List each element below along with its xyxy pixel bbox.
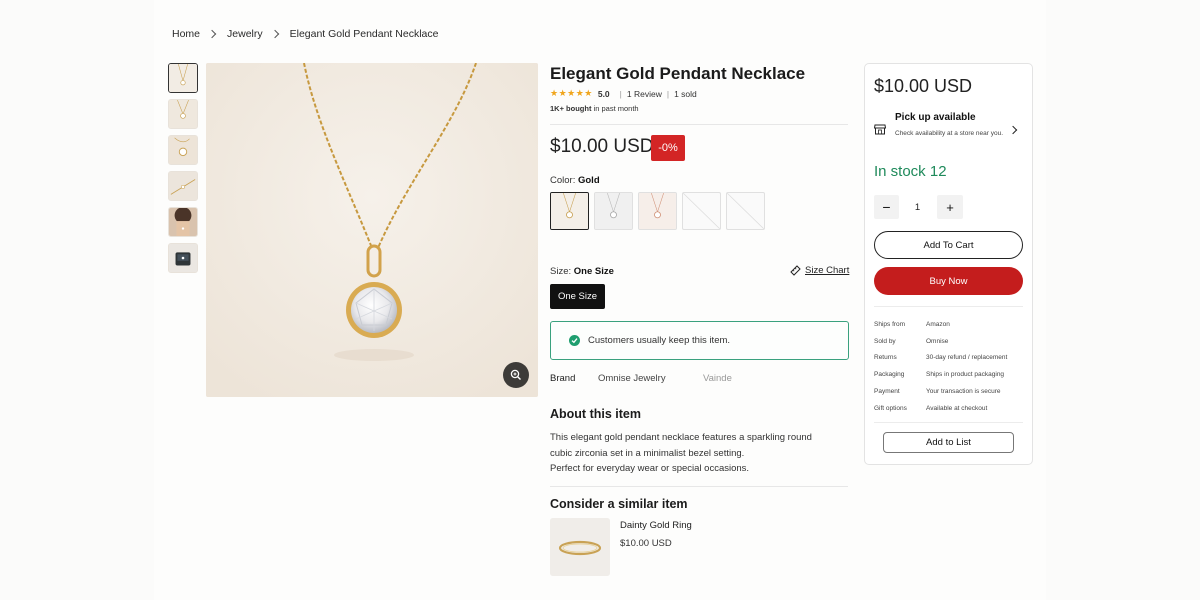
- thumbnail-1[interactable]: [168, 63, 198, 93]
- breadcrumb-current: Elegant Gold Pendant Necklace: [289, 28, 439, 40]
- spec-value: 30-day refund / replacement: [926, 354, 1008, 362]
- size-label-text: Size:: [550, 266, 574, 277]
- review-count-link[interactable]: 1 Review: [627, 89, 662, 99]
- spec-row: Returns 30-day refund / replacement: [874, 350, 1007, 367]
- similar-item-price: $10.00 USD: [620, 538, 672, 549]
- brand-row: Brand Omnise Jewelry Vainde: [550, 373, 732, 384]
- bought-info: 1K+ bought in past month: [550, 104, 639, 113]
- chevron-right-icon: [270, 29, 279, 39]
- thumbnail-6[interactable]: [168, 243, 198, 273]
- brand-value-secondary: Vainde: [703, 373, 732, 384]
- rating-score: 5.0: [597, 88, 610, 99]
- spec-key: Gift options: [874, 404, 907, 412]
- spec-value: Amazon: [926, 320, 950, 328]
- chevron-right-icon: [207, 29, 217, 39]
- divider: [550, 486, 848, 487]
- about-line: This elegant gold pendant necklace featu…: [550, 432, 812, 443]
- spec-value: Ships in product packaging: [926, 371, 1005, 379]
- swatch-silver[interactable]: [594, 192, 633, 230]
- zoom-icon: [510, 369, 521, 380]
- swatch-gold[interactable]: [550, 192, 589, 230]
- color-label: Color: Gold: [550, 175, 600, 186]
- rating-row: ★★★★★ 5.0 | 1 Review | 1 sold: [550, 88, 697, 99]
- about-heading: About this item: [550, 407, 641, 421]
- breadcrumb-category[interactable]: Jewelry: [227, 28, 263, 40]
- color-swatches: [550, 192, 765, 230]
- divider: [550, 124, 848, 125]
- swatch-unavailable-2[interactable]: [726, 192, 765, 230]
- thumbnail-3[interactable]: [168, 135, 198, 165]
- buy-now-button[interactable]: Buy Now: [874, 267, 1023, 295]
- bought-period: in past month: [591, 104, 639, 113]
- spec-row: Gift options Available at checkout: [874, 400, 1007, 417]
- spec-key: Returns: [874, 354, 897, 362]
- thumbnail-4[interactable]: [168, 171, 198, 201]
- color-label-text: Color:: [550, 175, 578, 186]
- product-main-image[interactable]: [206, 63, 538, 397]
- spec-row: Sold by Omnise: [874, 333, 1007, 350]
- quantity-increase-button[interactable]: +: [937, 195, 963, 219]
- divider: |: [666, 88, 670, 99]
- spec-row: Packaging Ships in product packaging: [874, 366, 1007, 383]
- spec-key: Ships from: [874, 320, 906, 328]
- about-description: This elegant gold pendant necklace featu…: [550, 430, 850, 477]
- divider: |: [619, 88, 622, 99]
- divider: [874, 306, 1023, 307]
- add-to-list-button[interactable]: Add to List: [883, 432, 1014, 453]
- similar-item-name[interactable]: Dainty Gold Ring: [620, 520, 692, 531]
- zoom-button[interactable]: [503, 362, 529, 388]
- spec-key: Packaging: [874, 371, 905, 379]
- size-chart-label: Size Chart: [805, 265, 850, 276]
- thumbnail-5[interactable]: [168, 207, 198, 237]
- thumbnail-2[interactable]: [168, 99, 198, 129]
- color-value: Gold: [577, 175, 600, 186]
- stock-status: In stock 12: [874, 163, 947, 180]
- size-chart-link[interactable]: Size Chart: [790, 265, 849, 276]
- brand-label: Brand: [550, 373, 576, 384]
- quantity-value[interactable]: 1: [905, 195, 930, 219]
- product-title: Elegant Gold Pendant Necklace: [550, 64, 806, 83]
- similar-item-image[interactable]: [550, 518, 610, 576]
- sold-count: 1 sold: [674, 88, 697, 99]
- size-label: Size: One Size: [550, 266, 614, 277]
- store-icon: [874, 124, 886, 135]
- spec-key: Payment: [874, 388, 900, 396]
- spec-row: Ships from Amazon: [874, 316, 1007, 333]
- divider: [874, 422, 1023, 423]
- star-rating-icon: ★★★★★: [550, 88, 593, 98]
- ruler-icon: [790, 265, 801, 276]
- necklace-image: [206, 63, 538, 397]
- spec-value: Your transaction is secure: [926, 388, 1001, 396]
- check-icon: [569, 335, 580, 346]
- buybox-price: $10.00 USD: [874, 76, 973, 96]
- size-option-button[interactable]: One Size: [550, 284, 605, 309]
- brand-value: Omnise Jewelry: [598, 373, 666, 384]
- spec-key: Sold by: [874, 337, 896, 345]
- similar-heading: Consider a similar item: [550, 497, 688, 511]
- pickup-title: Pick up available: [895, 112, 976, 123]
- spec-row: Payment Your transaction is secure: [874, 383, 1007, 400]
- spec-value: Available at checkout: [926, 404, 988, 412]
- about-line: Perfect for everyday wear or special occ…: [550, 463, 750, 474]
- bought-count: 1K+ bought: [550, 104, 592, 113]
- quantity-decrease-button[interactable]: −: [874, 195, 899, 219]
- swatch-unavailable-1[interactable]: [682, 192, 721, 230]
- keep-item-notice: Customers usually keep this item.: [550, 321, 849, 360]
- breadcrumb-home[interactable]: Home: [172, 28, 200, 40]
- discount-badge: -0%: [651, 135, 685, 161]
- thumbnail-list: [168, 63, 199, 279]
- add-to-cart-button[interactable]: Add To Cart: [874, 231, 1023, 259]
- about-line: cubic zirconia set in a minimalist bezel…: [550, 447, 745, 459]
- product-price: $10.00 USD: [550, 136, 654, 157]
- spec-value: Omnise: [926, 337, 949, 345]
- size-value: One Size: [573, 266, 614, 277]
- seller-details: Ships from Amazon Sold by Omnise Returns 30…: [874, 316, 1007, 417]
- keep-item-text: Customers usually keep this item.: [588, 335, 731, 346]
- pickup-subtitle: Check availability at a store near you.: [895, 130, 1004, 137]
- swatch-rose-gold[interactable]: [638, 192, 677, 230]
- breadcrumb: Home Jewelry Elegant Gold Pendant Neckla…: [172, 28, 438, 40]
